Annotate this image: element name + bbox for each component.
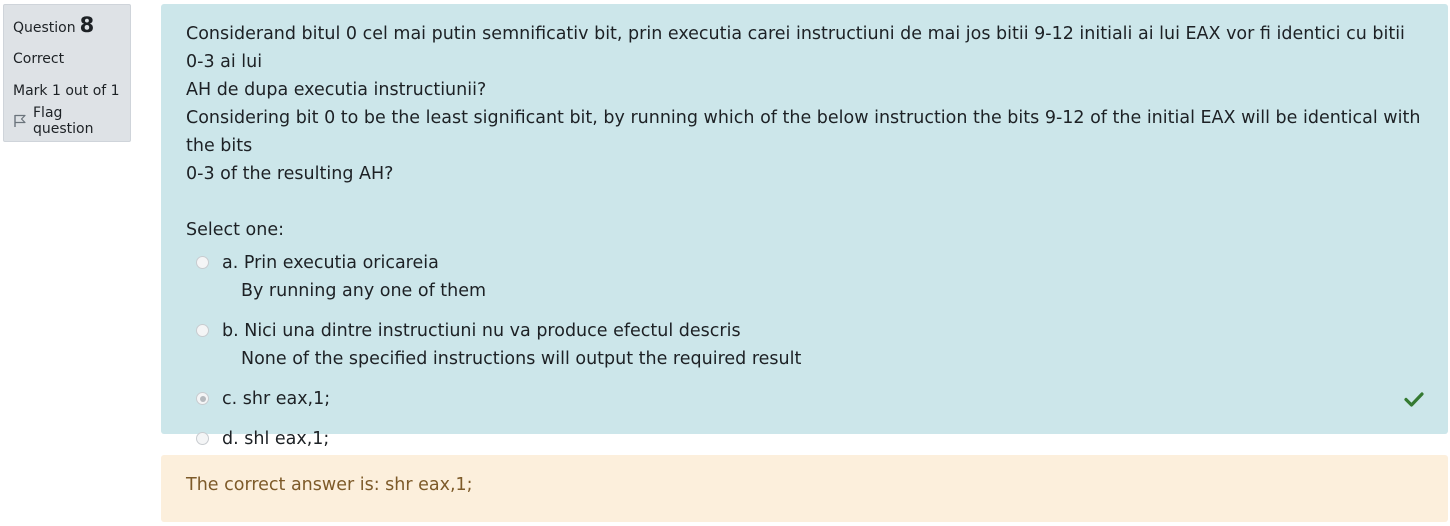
answer-option-d[interactable]: d. shl eax,1; (186, 425, 1422, 453)
question-label: Question (13, 20, 76, 36)
answer-option-b[interactable]: b. Nici una dintre instructiuni nu va pr… (186, 317, 1422, 373)
flag-icon (14, 114, 26, 127)
answer-option-a[interactable]: a. Prin executia oricareia By running an… (186, 249, 1422, 305)
radio-b[interactable] (196, 324, 209, 337)
question-text-en-line1: Considering bit 0 to be the least signif… (186, 108, 1421, 156)
radio-a[interactable] (196, 256, 209, 269)
select-prompt: Select one: (186, 220, 285, 240)
question-info-panel: Question 8 Correct Mark 1 out of 1 Flag … (3, 4, 131, 142)
answer-options: a. Prin executia oricareia By running an… (186, 249, 1424, 453)
correct-check-icon (1404, 392, 1424, 407)
feedback-panel: The correct answer is: shr eax,1; (161, 455, 1448, 522)
answer-option-c[interactable]: c. shr eax,1; (186, 385, 1424, 413)
right-answer-text: The correct answer is: shr eax,1; (186, 475, 473, 495)
question-state: Correct (13, 51, 65, 67)
question-text: Considerand bitul 0 cel mai putin semnif… (186, 20, 1422, 188)
question-number-value: 8 (79, 13, 95, 37)
answer-option-c-label: c. shr eax,1; (222, 389, 331, 409)
question-formulation: Considerand bitul 0 cel mai putin semnif… (161, 4, 1448, 449)
answer-option-b-label: b. Nici una dintre instructiuni nu va pr… (222, 321, 741, 341)
question-grade: Mark 1 out of 1 (13, 83, 120, 99)
flag-question-label: Flag question (33, 105, 94, 137)
question-text-en-line2: 0-3 of the resulting AH? (186, 164, 394, 184)
radio-d[interactable] (196, 432, 209, 445)
answer-option-d-label: d. shl eax,1; (222, 429, 330, 449)
question-text-ro-line2: AH de dupa executia instructiunii? (186, 80, 487, 100)
answer-option-b-sub: None of the specified instructions will … (241, 349, 802, 369)
question-text-ro-line1: Considerand bitul 0 cel mai putin semnif… (186, 24, 1405, 72)
radio-c[interactable] (196, 392, 209, 405)
flag-question-link[interactable]: Flag question (13, 105, 121, 137)
question-number: Question 8 (13, 13, 121, 41)
answer-option-a-sub: By running any one of them (241, 281, 487, 301)
answer-option-a-label: a. Prin executia oricareia (222, 253, 439, 273)
